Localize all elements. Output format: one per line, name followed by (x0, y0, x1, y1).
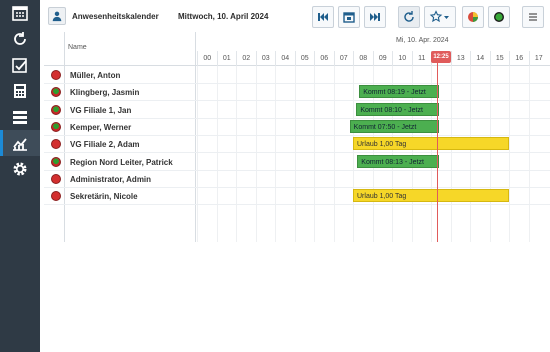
employee-name: VG Filiale 1, Jan (70, 105, 132, 115)
hour-label: 16 (509, 51, 529, 66)
hour-label: 14 (470, 51, 490, 66)
grid-header: Name Mi, 10. Apr. 2024 00 01 02 03 04 05 06 07 0… (44, 32, 550, 66)
rail-refresh[interactable] (0, 26, 40, 52)
rail-calculator[interactable] (0, 78, 40, 104)
presence-grid: Name Mi, 10. Apr. 2024 00 01 02 03 04 05 06 07 0… (44, 32, 550, 242)
skip-back-icon (318, 13, 328, 21)
status-icon (51, 70, 61, 80)
attendance-bar[interactable]: Kommt 08:19 - Jetzt (359, 85, 440, 99)
hour-label: 00 (197, 51, 217, 66)
toolbar: Anwesenheitskalender Mittwoch, 10. April… (44, 4, 546, 30)
gear-icon (13, 162, 27, 176)
hour-label: 03 (255, 51, 276, 66)
table-row[interactable]: VG Filiale 1, Jan Kommt 08:10 - Jetzt (44, 102, 550, 119)
rail-calendar-check[interactable] (0, 52, 40, 78)
menu-button[interactable] (522, 6, 544, 28)
name-column-header[interactable]: Name (68, 44, 87, 51)
attendance-bar[interactable]: Kommt 08:13 - Jetzt (357, 154, 440, 168)
employee-name: Kemper, Werner (70, 122, 132, 132)
list-icon (13, 111, 27, 124)
rail-calendar[interactable] (0, 0, 40, 26)
employee-name: Region Nord Leiter, Patrick (70, 157, 173, 167)
presence-dot-icon (494, 12, 504, 22)
reload-icon (404, 11, 414, 22)
calendar-icon (12, 6, 28, 21)
attendance-bar[interactable]: Kommt 08:10 - Jetzt (356, 102, 440, 116)
favorites-dropdown[interactable] (424, 6, 456, 28)
user-icon[interactable] (48, 7, 66, 25)
employee-name: Administrator, Admin (70, 174, 152, 184)
table-row[interactable]: Administrator, Admin (44, 171, 550, 188)
calculator-icon (14, 84, 26, 98)
calendar-check-icon (12, 58, 27, 73)
hour-label: 08 (353, 51, 373, 66)
star-icon (429, 10, 449, 23)
rail-chart[interactable] (0, 130, 40, 156)
rail-list[interactable] (0, 104, 40, 130)
reload-button[interactable] (398, 6, 420, 28)
table-row[interactable]: Müller, Anton (44, 67, 550, 84)
app-title: Anwesenheitskalender (72, 12, 159, 21)
hour-label: 09 (372, 51, 393, 66)
status-icon (51, 104, 61, 115)
hour-label: 17 (528, 51, 549, 66)
table-row[interactable]: Kemper, Werner Kommt 07:50 - Jetzt (44, 119, 550, 136)
skip-forward-icon (370, 13, 380, 21)
status-icon (51, 139, 61, 150)
status-chart-button[interactable] (462, 6, 484, 28)
hour-label: 01 (216, 51, 237, 66)
status-icon (51, 121, 61, 132)
table-row[interactable]: Klingberg, Jasmin Kommt 08:19 - Jetzt (44, 84, 550, 102)
presence-button[interactable] (488, 6, 510, 28)
hour-label: 02 (236, 51, 256, 66)
hamburger-icon (529, 13, 537, 21)
chart-icon (13, 138, 27, 151)
status-icon (51, 191, 61, 202)
employee-name: VG Filiale 2, Adam (70, 140, 140, 150)
current-date: Mittwoch, 10. April 2024 (178, 12, 269, 21)
pie-chart-icon (468, 12, 478, 22)
employee-name: Müller, Anton (70, 71, 121, 80)
hour-label: 10 (392, 51, 412, 66)
status-icon (51, 87, 61, 98)
hour-label: 04 (275, 51, 295, 66)
hour-label: 07 (333, 51, 354, 66)
vacation-bar[interactable]: Urlaub 1,00 Tag (353, 137, 509, 151)
hour-label: 06 (314, 51, 334, 66)
last-button[interactable] (364, 6, 386, 28)
current-time-badge: 12:25 (431, 51, 451, 63)
table-row[interactable]: VG Filiale 2, Adam Urlaub 1,00 Tag (44, 136, 550, 154)
calendar-today-icon (343, 12, 355, 23)
hour-label: 15 (489, 51, 510, 66)
status-icon (51, 156, 61, 167)
timeline-date-header: Mi, 10. Apr. 2024 (396, 37, 449, 44)
refresh-icon (14, 32, 26, 45)
hour-label: 13 (450, 51, 471, 66)
status-icon (51, 173, 61, 184)
table-row[interactable]: Region Nord Leiter, Patrick Kommt 08:13 -… (44, 154, 550, 171)
today-button[interactable] (338, 6, 360, 28)
attendance-bar[interactable]: Kommt 07:50 - Jetzt (349, 119, 440, 133)
vacation-bar[interactable]: Urlaub 1,00 Tag (353, 189, 509, 203)
hour-label: 05 (294, 51, 315, 66)
current-time-line (437, 62, 438, 242)
employee-name: Sekretärin, Nicole (70, 192, 138, 202)
hour-label: 11 (411, 51, 432, 66)
side-rail (0, 0, 40, 352)
first-button[interactable] (312, 6, 334, 28)
employee-name: Klingberg, Jasmin (70, 88, 140, 98)
rail-settings[interactable] (0, 156, 40, 182)
table-row[interactable]: Sekretärin, Nicole Urlaub 1,00 Tag (44, 188, 550, 206)
